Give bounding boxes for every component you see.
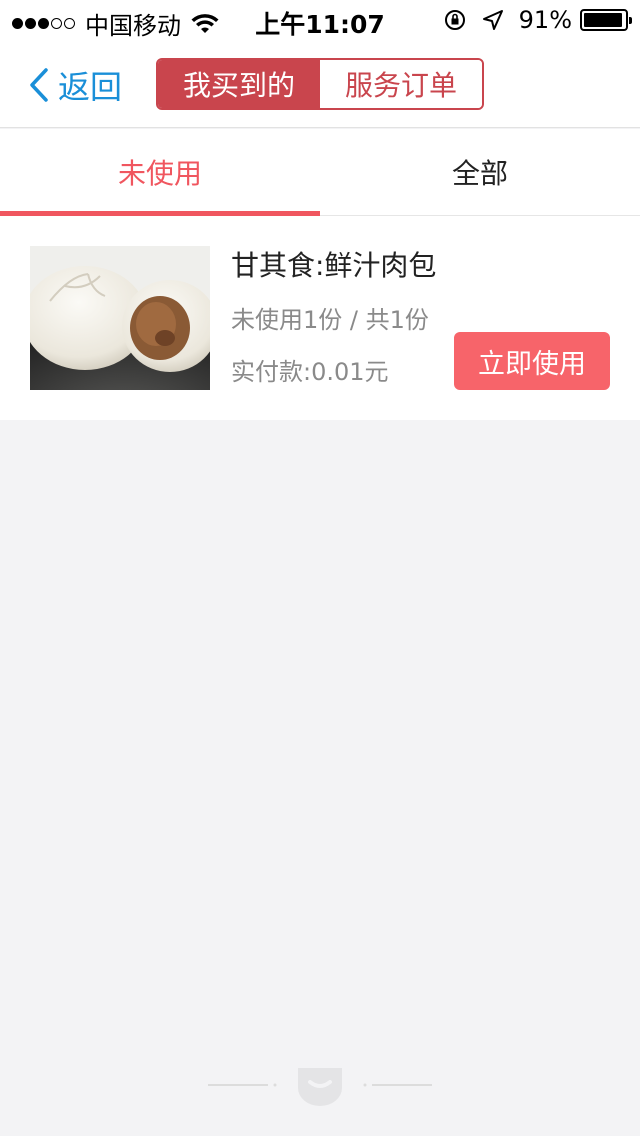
tab-unused[interactable]: 未使用 bbox=[0, 129, 320, 216]
back-label: 返回 bbox=[58, 68, 123, 106]
product-image bbox=[30, 246, 210, 390]
orientation-lock-icon bbox=[444, 10, 465, 30]
footer-brand-logo-icon bbox=[208, 1068, 432, 1106]
location-arrow-icon bbox=[482, 10, 503, 30]
battery-icon bbox=[580, 9, 632, 31]
segment-service-orders[interactable]: 服务订单 bbox=[320, 60, 482, 108]
product-title: 甘其食:鲜汁肉包 bbox=[231, 249, 437, 282]
segmented-control: 我买到的 服务订单 bbox=[156, 58, 484, 110]
paid-amount: 实付款:0.01元 bbox=[231, 358, 389, 386]
segment-purchased[interactable]: 我买到的 bbox=[158, 60, 320, 108]
chevron-left-icon bbox=[30, 68, 48, 102]
status-bar: 中国移动 上午11:07 91% bbox=[0, 0, 640, 40]
order-item[interactable]: 甘其食:鲜汁肉包 未使用1份 / 共1份 实付款:0.01元 立即使用 bbox=[0, 216, 640, 420]
back-button[interactable]: 返回 bbox=[28, 62, 122, 108]
navigation-bar: 返回 我买到的 服务订单 bbox=[0, 40, 640, 128]
tab-all[interactable]: 全部 bbox=[320, 129, 640, 215]
battery-percent: 91% bbox=[518, 6, 572, 34]
quantity-status: 未使用1份 / 共1份 bbox=[231, 306, 429, 334]
use-now-button[interactable]: 立即使用 bbox=[454, 332, 610, 390]
filter-tabs: 未使用 全部 bbox=[0, 129, 640, 216]
status-right: 91% bbox=[443, 6, 632, 34]
